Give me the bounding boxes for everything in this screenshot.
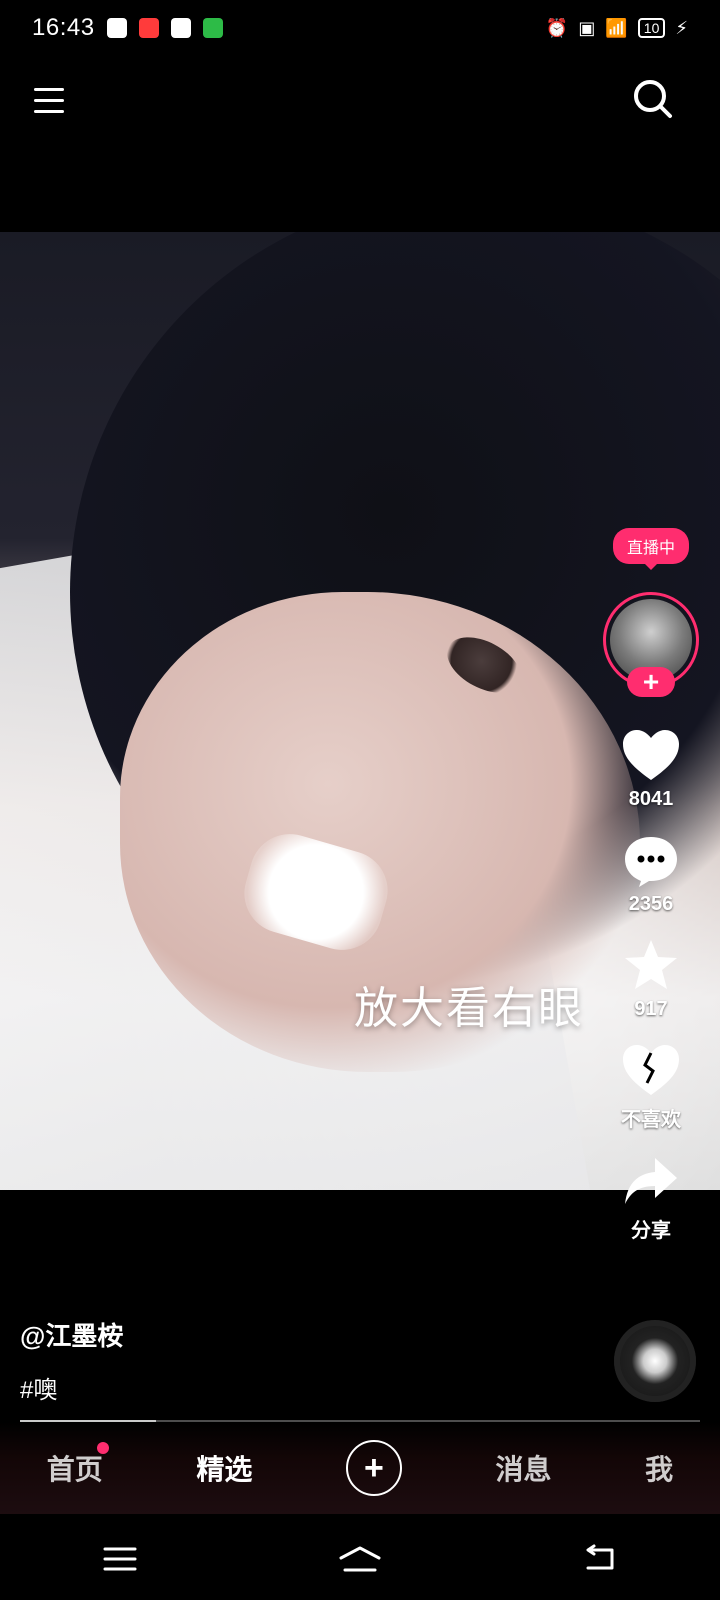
notification-dot (96, 1442, 109, 1454)
video-notification-icon (138, 18, 159, 38)
home-icon[interactable] (330, 1539, 390, 1579)
tab-featured[interactable]: 精选 (196, 1448, 252, 1488)
alarm-icon: ⏰ (545, 17, 569, 38)
broken-heart-icon[interactable] (621, 1043, 681, 1097)
create-button[interactable]: + (345, 1440, 402, 1496)
menu-icon[interactable] (34, 80, 74, 120)
video-hashtag[interactable]: #噢 (20, 1370, 57, 1405)
tab-home[interactable]: 首页 (46, 1442, 109, 1488)
like-count: 8041 (628, 788, 674, 810)
sim-icon: ▣ (578, 17, 596, 38)
app-notification-icon (106, 18, 127, 38)
favorite-count: 917 (634, 998, 668, 1020)
bottom-tab-bar: 首页 精选 + 消息 我 (0, 1422, 720, 1514)
battery-level: 10 (637, 18, 666, 38)
comment-icon[interactable] (621, 833, 681, 887)
star-icon[interactable] (621, 938, 681, 992)
follow-button[interactable]: + (627, 666, 675, 697)
favorite-action[interactable]: 917 (621, 938, 681, 1021)
top-bar (0, 70, 720, 150)
charging-icon: ⚡ (675, 17, 688, 38)
dislike-action[interactable]: 不喜欢 (621, 1043, 681, 1132)
system-nav-bar (0, 1518, 720, 1600)
status-left: 16:43 (32, 14, 223, 42)
tab-home-label: 首页 (46, 1454, 103, 1485)
like-action[interactable]: 8041 (621, 728, 681, 811)
heart-icon[interactable] (621, 728, 681, 782)
share-label: 分享 (631, 1220, 671, 1242)
wifi-icon: 📶 (605, 17, 628, 38)
music-disc[interactable] (614, 1320, 696, 1402)
comment-count: 2356 (628, 893, 674, 915)
dislike-label: 不喜欢 (621, 1109, 681, 1131)
search-icon[interactable] (630, 76, 676, 122)
play-notification-icon (202, 18, 223, 38)
recent-apps-icon[interactable] (90, 1539, 150, 1579)
creator-handle[interactable]: @江墨桉 (20, 1316, 123, 1353)
tab-messages-label: 消息 (495, 1454, 552, 1485)
back-icon[interactable] (570, 1539, 630, 1579)
status-bar: 16:43 ⏰ ▣ 📶 10 ⚡ (0, 0, 720, 56)
status-right: ⏰ ▣ 📶 10 ⚡ (546, 18, 688, 39)
share-icon[interactable] (621, 1154, 681, 1208)
action-column: 直播中 + 8041 2356 917 不喜欢 分享 (596, 528, 706, 1243)
live-badge[interactable]: 直播中 (612, 528, 689, 570)
tab-messages[interactable]: 消息 (496, 1448, 552, 1488)
tab-me-label: 我 (645, 1454, 674, 1485)
comment-action[interactable]: 2356 (621, 833, 681, 916)
plus-icon: + (364, 1448, 384, 1487)
tab-featured-label: 精选 (196, 1454, 253, 1485)
tab-me[interactable]: 我 (645, 1448, 673, 1488)
creator-avatar[interactable]: + (603, 592, 699, 697)
share-action[interactable]: 分享 (621, 1154, 681, 1243)
status-time: 16:43 (32, 14, 95, 41)
video-caption: 放大看右眼 (354, 983, 584, 1034)
chat-notification-icon (170, 18, 191, 38)
